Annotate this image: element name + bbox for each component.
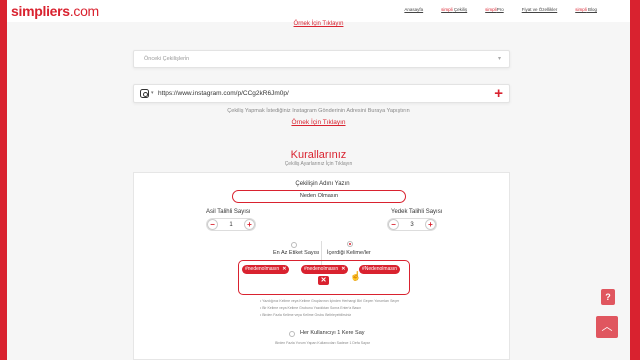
add-post-button[interactable]: + [494,86,503,101]
keyword-help-item: • Birden Fazla Kelime veya Kelime Grubu … [260,313,352,317]
nav-label: Çekiliş [452,7,468,12]
rules-subtitle[interactable]: Çekiliş Ayarlarınız İçin Tıklayın [7,161,630,167]
chevron-up-icon: ︿ [601,321,613,333]
reserve-increment-button[interactable]: + [425,219,436,230]
rules-card: Çekilişin Adını Yazın Neden Olmasın Asil… [133,172,510,360]
keyword-help-item: • Bir Kelime veya Kelime Grubunu Yazdıkt… [260,306,362,310]
nav-blog[interactable]: simpli Blog [566,7,606,12]
previous-giveaways-placeholder: Önceki Çekilişleri̇n [144,56,190,62]
browser-right-edge [630,0,640,360]
page: simpliers.com Anasayfa simpli Çekiliş si… [7,0,630,360]
nav-pro[interactable]: simpliPro [476,7,513,12]
keywords-input[interactable]: #nedenolmasın ✕ #nedenolmasın ✕ #Nedenolma… [238,260,410,295]
rules-title: Kurallarınız [290,149,347,161]
keyword-tag: #Nedenolmasın [359,265,401,274]
count-once-note: Birden Fazla Yorum Yapan Kullanıcıları S… [275,341,370,345]
winners-value[interactable]: 1 [229,222,232,228]
mouse-cursor-icon: ☝ [350,271,362,281]
scroll-top-button[interactable]: ︿ [596,316,618,338]
reserve-label: Yedek Talihli Sayısı [391,209,443,215]
help-button[interactable]: ? [601,289,615,305]
post-url-value: https://www.instagram.com/p/CCg2kR6Jm0p/ [158,90,289,97]
nav-brand: simpli [441,7,453,12]
keyword-help-list: • Yazdığınız Kelime veya Kelime Grupları… [260,298,399,319]
main-nav: Anasayfa simpli Çekiliş simpliPro Fiyat … [395,7,606,12]
reserve-stepper: − 3 + [387,218,437,231]
post-url-hint: Çekiliş Yapmak İstediğiniz Instagram Gön… [227,108,410,114]
remove-keyword-icon[interactable]: ✕ [282,266,286,272]
giveaway-name-label: Çekilişin Adını Yazın [295,181,350,187]
nav-home[interactable]: Anasayfa [395,7,432,12]
top-example-link[interactable]: Örnek İçin Tıklayın [7,21,630,27]
keyword-text: #nedenolmasın [245,266,280,272]
chevron-down-icon: ▾ [497,56,501,62]
remove-keyword-icon[interactable]: ✕ [341,266,345,272]
header: simpliers.com Anasayfa simpli Çekiliş si… [7,0,630,22]
keyword-text: #nedenolmasın [304,266,339,272]
nav-label: Blog [586,7,597,12]
keywords-radio[interactable] [347,241,353,247]
winners-increment-button[interactable]: + [244,219,255,230]
nav-brand: simpli [485,7,497,12]
winners-decrement-button[interactable]: − [207,219,218,230]
winners-label: Asil Talihli Sayısı [206,209,251,215]
keywords-label: İçerdiği Kelime/ler [327,250,371,256]
min-tag-radio[interactable] [291,242,297,248]
example-link[interactable]: Örnek İçin Tıklayın [7,119,630,126]
previous-giveaways-select[interactable]: Önceki Çekilişleri̇n ▾ [133,50,510,68]
keyword-help-item: • Yazdığınız Kelime veya Kelime Grupları… [260,299,400,303]
winners-stepper: − 1 + [206,218,256,231]
nav-brand: simpli [575,7,587,12]
platform-caret-icon[interactable]: ▾ [151,90,154,96]
reserve-value[interactable]: 3 [410,222,413,228]
clear-keywords-button[interactable]: ✕ [318,276,329,285]
nav-giveaway[interactable]: simpli Çekiliş [432,7,476,12]
count-once-checkbox[interactable] [289,331,295,337]
nav-label: Pro [496,7,504,12]
keyword-tag: #nedenolmasın ✕ [242,265,290,274]
logo[interactable]: simpliers.com [11,3,99,19]
logo-domain: .com [69,3,99,19]
post-url-input[interactable]: ▾ https://www.instagram.com/p/CCg2kR6Jm0… [133,84,510,103]
count-once-label: Her Kullanıcıyı 1 Kere Say [300,330,365,336]
min-tag-label: En Az Etiket Sayısı [273,250,320,256]
instagram-icon [140,89,149,98]
giveaway-name-input[interactable]: Neden Olmasın [232,190,406,203]
nav-pricing[interactable]: Fiyat ve Özellikler [513,7,567,12]
reserve-decrement-button[interactable]: − [388,219,399,230]
keyword-text: #Nedenolmasın [362,266,398,272]
logo-text: simpliers [11,3,70,19]
keyword-tag: #nedenolmasın ✕ [301,265,349,274]
